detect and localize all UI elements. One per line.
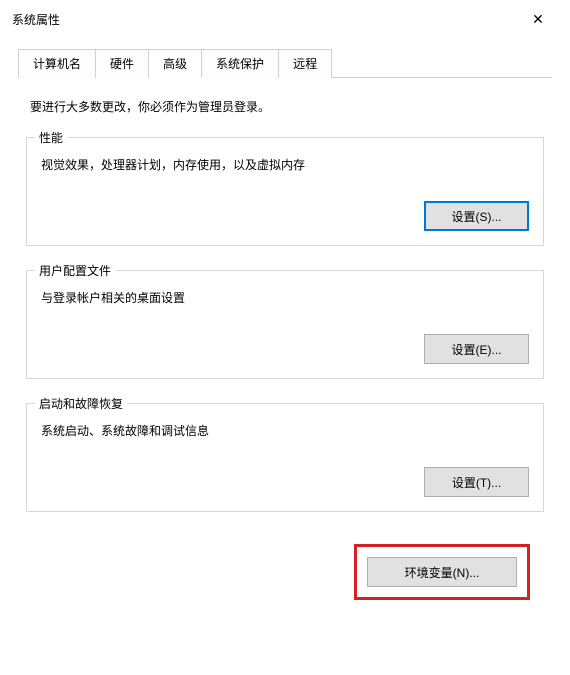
- environment-variables-button[interactable]: 环境变量(N)...: [367, 557, 517, 587]
- group-desc-profiles: 与登录帐户相关的桌面设置: [41, 289, 529, 306]
- group-title-startup: 启动和故障恢复: [35, 395, 127, 412]
- tab-label: 远程: [293, 57, 317, 71]
- group-desc-startup: 系统启动、系统故障和调试信息: [41, 422, 529, 439]
- tab-label: 系统保护: [216, 57, 264, 71]
- settings-profiles-button[interactable]: 设置(E)...: [424, 334, 529, 364]
- titlebar: 系统属性 ✕: [0, 0, 570, 34]
- group-user-profiles: 用户配置文件 与登录帐户相关的桌面设置 设置(E)...: [26, 270, 544, 379]
- tab-label: 高级: [163, 57, 187, 71]
- env-highlight-border: 环境变量(N)...: [354, 544, 530, 600]
- tab-computer-name[interactable]: 计算机名: [18, 49, 96, 78]
- tab-label: 计算机名: [33, 57, 81, 71]
- button-row: 设置(E)...: [41, 334, 529, 364]
- close-button[interactable]: ✕: [518, 5, 558, 33]
- group-desc-performance: 视觉效果，处理器计划，内存使用，以及虚拟内存: [41, 156, 529, 173]
- dialog-content: 计算机名 硬件 高级 系统保护 远程 要进行大多数更改，你必须作为管理员登录。 …: [0, 48, 570, 636]
- window-title: 系统属性: [12, 11, 60, 28]
- tab-hardware[interactable]: 硬件: [95, 49, 149, 78]
- tab-label: 硬件: [110, 57, 134, 71]
- tab-system-protection[interactable]: 系统保护: [201, 49, 279, 78]
- settings-startup-button[interactable]: 设置(T)...: [424, 467, 529, 497]
- group-startup-recovery: 启动和故障恢复 系统启动、系统故障和调试信息 设置(T)...: [26, 403, 544, 512]
- group-title-profiles: 用户配置文件: [35, 262, 115, 279]
- button-row: 设置(S)...: [41, 201, 529, 231]
- tab-panel-advanced: 要进行大多数更改，你必须作为管理员登录。 性能 视觉效果，处理器计划，内存使用，…: [18, 78, 552, 618]
- group-title-performance: 性能: [35, 129, 67, 146]
- button-row: 设置(T)...: [41, 467, 529, 497]
- close-icon: ✕: [532, 11, 544, 28]
- group-performance: 性能 视觉效果，处理器计划，内存使用，以及虚拟内存 设置(S)...: [26, 137, 544, 246]
- tab-strip: 计算机名 硬件 高级 系统保护 远程: [18, 48, 552, 78]
- tab-remote[interactable]: 远程: [278, 49, 332, 78]
- admin-note: 要进行大多数更改，你必须作为管理员登录。: [26, 98, 544, 115]
- settings-performance-button[interactable]: 设置(S)...: [424, 201, 529, 231]
- env-row: 环境变量(N)...: [26, 536, 544, 608]
- tab-advanced[interactable]: 高级: [148, 49, 202, 78]
